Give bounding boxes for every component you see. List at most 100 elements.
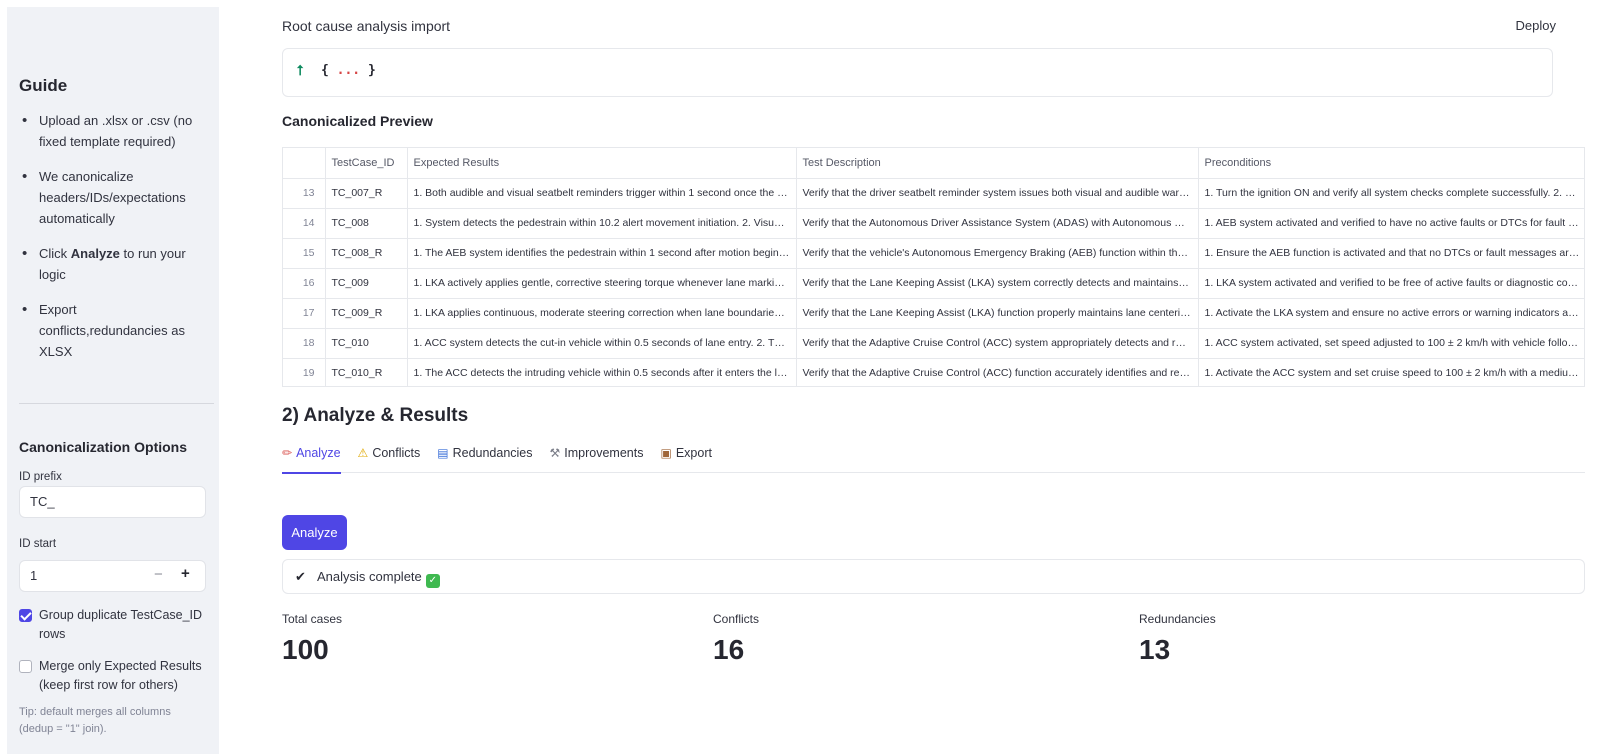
tab-redundancies[interactable]: ▤ Redundancies (437, 443, 532, 473)
tab-improvements[interactable]: ⚒ Improvements (550, 443, 644, 473)
metric-value: 100 (282, 634, 329, 665)
row-index: 19 (283, 358, 326, 386)
metric-label: Total cases (282, 612, 343, 626)
column-header[interactable]: Expected Results (407, 148, 797, 179)
table-cell[interactable]: TC_009 (325, 268, 408, 299)
status-text: Analysis complete (317, 569, 422, 584)
guide-list: Upload an .xlsx or .csv (no fixed templa… (19, 110, 199, 376)
guide-item: Export conflicts,redundancies as XLSX (19, 299, 199, 362)
table-cell[interactable]: 1. Ensure the AEB function is activated … (1198, 238, 1584, 269)
table-cell[interactable]: Verify that the Adaptive Cruise Control … (796, 358, 1199, 386)
deploy-button[interactable]: Deploy (1516, 18, 1556, 33)
column-header[interactable]: Preconditions (1198, 148, 1584, 179)
group-duplicate-checkbox[interactable] (19, 609, 32, 622)
table-row[interactable]: 13 TC_007_R 1. Both audible and visual s… (283, 178, 1584, 209)
increment-button[interactable]: + (181, 565, 190, 582)
pencil-icon: ✏ (282, 446, 293, 460)
column-header[interactable]: Test Description (796, 148, 1199, 179)
metric-value: 13 (1139, 634, 1171, 665)
table-cell[interactable]: 1. ACC system detects the cut-in vehicle… (407, 328, 797, 359)
table-cell[interactable]: 1. Both audible and visual seatbelt remi… (407, 178, 797, 209)
table-cell[interactable]: Verify that the Lane Keeping Assist (LKA… (796, 298, 1199, 329)
table-cell[interactable]: Verify that the driver seatbelt reminder… (796, 178, 1199, 209)
tab-conflicts[interactable]: ⚠ Conflicts (358, 443, 421, 473)
table-cell[interactable]: 1. ACC system activated, set speed adjus… (1198, 328, 1584, 359)
group-duplicate-label: Group duplicate TestCase_ID rows (39, 608, 203, 641)
table-cell[interactable]: TC_008_R (325, 238, 408, 269)
status-expander[interactable]: ✔ Analysis complete ✓ (282, 559, 1585, 594)
table-row[interactable]: 15 TC_008_R 1. The AEB system identifies… (283, 238, 1584, 269)
preview-table[interactable]: TestCase_ID Expected Results Test Descri… (282, 147, 1585, 387)
id-prefix-label: ID prefix (19, 471, 62, 483)
table-cell[interactable]: 1. LKA applies continuous, moderate stee… (407, 298, 797, 329)
metric-label: Conflicts (713, 612, 760, 626)
merge-only-option[interactable]: Merge only Expected Results (keep first … (19, 657, 209, 695)
id-start-value[interactable]: 1 (30, 568, 37, 583)
tools-icon: ⚒ (549, 446, 561, 460)
analyze-button[interactable]: Analyze (282, 515, 347, 550)
table-cell[interactable]: TC_010 (325, 328, 408, 359)
table-cell[interactable]: 1. The ACC detects the intruding vehicle… (407, 358, 797, 386)
upload-arrow-icon[interactable]: ⭡ (297, 62, 304, 79)
id-prefix-input[interactable]: TC_ (19, 486, 206, 518)
guide-item: Upload an .xlsx or .csv (no fixed templa… (19, 110, 199, 152)
table-cell[interactable]: 1. Turn the ignition ON and verify all s… (1198, 178, 1584, 209)
canonicalization-title: Canonicalization Options (19, 439, 188, 455)
check-icon: ✔ (295, 569, 306, 584)
group-duplicate-option[interactable]: Group duplicate TestCase_ID rows (19, 606, 209, 644)
metric-value: 16 (713, 634, 745, 665)
table-cell[interactable]: Verify that the vehicle's Autonomous Eme… (796, 238, 1199, 269)
table-row[interactable]: 14 TC_008 1. System detects the pedestra… (283, 208, 1584, 239)
table-cell[interactable]: 1. Activate the ACC system and set cruis… (1198, 358, 1584, 386)
row-index: 16 (283, 268, 326, 299)
json-collapsed[interactable]: { ... } (321, 63, 376, 78)
table-cell[interactable]: 1. LKA system activated and verified to … (1198, 268, 1584, 299)
table-row[interactable]: 17 TC_009_R 1. LKA applies continuous, m… (283, 298, 1584, 329)
column-header[interactable] (283, 148, 326, 179)
metric-total-cases: Total cases 100 (282, 612, 342, 666)
analyze-section-title: 2) Analyze & Results (282, 405, 469, 426)
table-cell[interactable]: Verify that the Lane Keeping Assist (LKA… (796, 268, 1199, 299)
table-cell[interactable]: 1. AEB system activated and verified to … (1198, 208, 1584, 239)
table-cell[interactable]: Verify that the Autonomous Driver Assist… (796, 208, 1199, 239)
sidebar-divider (19, 403, 214, 404)
table-cell[interactable]: 1. System detects the pedestrain within … (407, 208, 797, 239)
table-cell[interactable]: TC_008 (325, 208, 408, 239)
id-start-stepper[interactable]: 1 − + (19, 560, 206, 592)
tab-analyze[interactable]: ✏ Analyze (282, 443, 341, 474)
preview-title: Canonicalized Preview (282, 113, 433, 129)
row-index: 14 (283, 208, 326, 239)
results-tabs: ✏ Analyze ⚠ Conflicts ▤ Redundancies ⚒ I… (282, 443, 1585, 474)
column-header[interactable]: TestCase_ID (325, 148, 408, 179)
checkmark-badge-icon: ✓ (425, 574, 440, 588)
table-cell[interactable]: 1. LKA actively applies gentle, correcti… (407, 268, 797, 299)
row-index: 13 (283, 178, 326, 209)
guide-item: We canonicalize headers/IDs/expectations… (19, 166, 199, 229)
warning-icon: ⚠ (357, 446, 369, 460)
table-cell[interactable]: TC_007_R (325, 178, 408, 209)
tab-export[interactable]: ▣ Export (660, 443, 711, 473)
tip-text: Tip: default merges all columns (dedup =… (19, 706, 171, 735)
merge-only-checkbox[interactable] (19, 660, 32, 673)
merge-only-label: Merge only Expected Results (keep first … (39, 659, 202, 692)
row-index: 17 (283, 298, 326, 329)
list-icon: ▤ (437, 446, 449, 460)
row-index: 15 (283, 238, 326, 269)
table-cell[interactable]: TC_009_R (325, 298, 408, 329)
table-header-row: TestCase_ID Expected Results Test Descri… (283, 148, 1584, 179)
table-cell[interactable]: 1. Activate the LKA system and ensure no… (1198, 298, 1584, 329)
table-row[interactable]: 19 TC_010_R 1. The ACC detects the intru… (283, 358, 1584, 386)
guide-title: Guide (19, 76, 68, 95)
table-cell[interactable]: 1. The AEB system identifies the pedestr… (407, 238, 797, 269)
table-row[interactable]: 18 TC_010 1. ACC system detects the cut-… (283, 328, 1584, 359)
guide-item: Click Analyze to run your logic (19, 243, 199, 285)
metric-redundancies: Redundancies 13 (1139, 612, 1216, 666)
metric-label: Redundancies (1139, 612, 1216, 626)
table-cell[interactable]: Verify that the Adaptive Cruise Control … (796, 328, 1199, 359)
table-cell[interactable]: TC_010_R (325, 358, 408, 386)
decrement-button[interactable]: − (154, 566, 163, 583)
table-row[interactable]: 16 TC_009 1. LKA actively applies gentle… (283, 268, 1584, 299)
json-viewer[interactable]: ⭡ { ... } (282, 48, 1553, 97)
package-icon: ▣ (660, 446, 672, 460)
sidebar: Guide Upload an .xlsx or .csv (no fixed … (7, 7, 219, 754)
